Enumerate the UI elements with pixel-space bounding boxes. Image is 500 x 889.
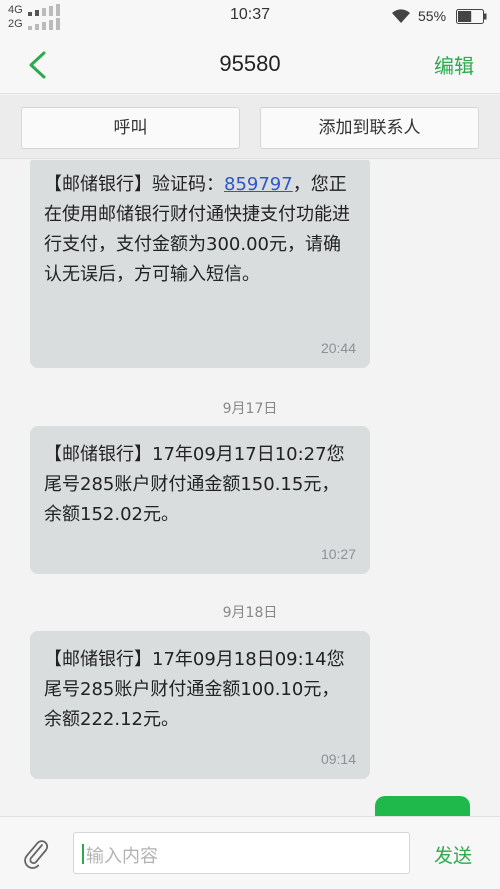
message-timestamp: 09:14	[320, 751, 356, 767]
attachment-icon[interactable]	[22, 837, 50, 869]
sent-message-bubble[interactable]	[375, 796, 470, 816]
message-input-placeholder: 输入内容	[86, 846, 158, 867]
message-thread[interactable]: 【邮储银行】验证码：859797，您正在使用邮储银行财付通快捷支付功能进行支付，…	[0, 160, 500, 816]
message-timestamp: 10:27	[320, 546, 356, 562]
battery-icon	[456, 9, 487, 24]
message-timestamp: 20:44	[320, 340, 356, 356]
conversation-title: 95580	[219, 51, 281, 76]
message-bubble[interactable]: 【邮储银行】17年09月17日10:27您尾号285账户财付通金额150.15元…	[30, 426, 370, 574]
message-text: 【邮储银行】17年09月17日10:27您尾号285账户财付通金额150.15元…	[44, 444, 345, 525]
contact-actions: 呼叫 添加到联系人	[0, 95, 500, 159]
date-divider: 9月18日	[222, 605, 278, 621]
message-bubble[interactable]: 【邮储银行】验证码：859797，您正在使用邮储银行财付通快捷支付功能进行支付，…	[30, 160, 370, 368]
message-text-prefix: 【邮储银行】验证码：	[44, 174, 224, 195]
status-bar: 4G 2G 10:37 55%	[0, 0, 500, 34]
verification-code-link[interactable]: 859797	[224, 174, 293, 195]
conversation-header: 95580 编辑	[0, 34, 500, 94]
send-button[interactable]: 发送	[434, 841, 472, 868]
message-bubble[interactable]: 【邮储银行】17年09月18日09:14您尾号285账户财付通金额100.10元…	[30, 631, 370, 779]
message-composer: 输入内容 发送	[0, 816, 500, 889]
call-button[interactable]: 呼叫	[21, 107, 240, 149]
date-divider: 9月17日	[222, 401, 278, 417]
message-input[interactable]: 输入内容	[73, 832, 410, 874]
back-icon[interactable]	[26, 50, 50, 80]
text-caret	[82, 844, 84, 864]
add-to-contacts-button[interactable]: 添加到联系人	[260, 107, 479, 149]
message-text: 【邮储银行】17年09月18日09:14您尾号285账户财付通金额100.10元…	[44, 649, 345, 730]
edit-button[interactable]: 编辑	[434, 50, 474, 79]
wifi-icon	[392, 9, 410, 23]
battery-percent: 55%	[418, 8, 447, 24]
message-text: 【邮储银行】验证码：859797，您正在使用邮储银行财付通快捷支付功能进行支付，…	[44, 170, 356, 290]
